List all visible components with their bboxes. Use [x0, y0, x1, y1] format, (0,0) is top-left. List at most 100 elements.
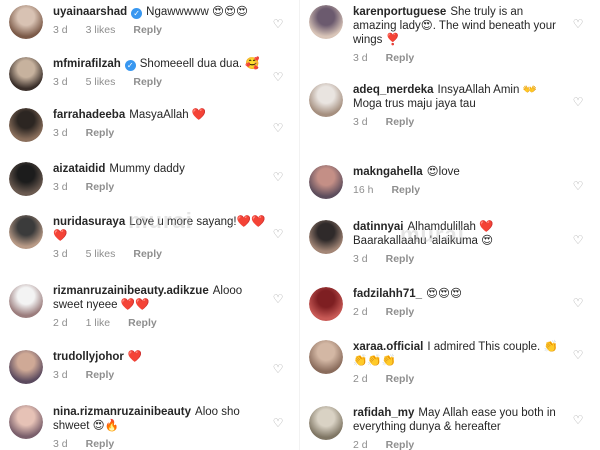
comment-meta: 3 d Reply	[53, 180, 268, 194]
comment-meta: 16 h Reply	[353, 183, 568, 197]
comment-meta: 3 d Reply	[353, 252, 568, 266]
avatar-image	[9, 108, 43, 142]
comment-username[interactable]: karenportuguese	[353, 6, 446, 18]
comment-time: 3 d	[53, 76, 68, 88]
avatar-image	[9, 284, 43, 318]
comment-username[interactable]: uyainaarshad	[53, 6, 127, 18]
comment-username[interactable]: farrahadeeba	[53, 109, 125, 121]
heart-outline-icon[interactable]: ♡	[572, 297, 584, 309]
reply-button[interactable]: Reply	[386, 116, 415, 128]
comment-time: 2 d	[353, 373, 368, 385]
avatar[interactable]	[309, 287, 343, 321]
comment-username[interactable]: makngahella	[353, 166, 423, 178]
comment-time: 3 d	[353, 52, 368, 64]
comment-text: 😍😍😍	[426, 288, 462, 300]
comment-username[interactable]: adeq_merdeka	[353, 84, 434, 96]
heart-outline-icon[interactable]: ♡	[572, 234, 584, 246]
heart-outline-icon[interactable]: ♡	[572, 349, 584, 361]
reply-button[interactable]: Reply	[86, 127, 115, 139]
reply-button[interactable]: Reply	[391, 184, 420, 196]
heart-outline-icon[interactable]: ♡	[272, 228, 284, 240]
reply-button[interactable]: Reply	[386, 373, 415, 385]
avatar[interactable]	[309, 5, 343, 39]
avatar[interactable]	[9, 284, 43, 318]
comment-time: 3 d	[353, 253, 368, 265]
comment-likes[interactable]: 1 like	[86, 317, 111, 329]
comment-meta: 3 d Reply	[53, 437, 268, 450]
heart-outline-icon[interactable]: ♡	[272, 363, 284, 375]
avatar[interactable]	[9, 108, 43, 142]
comment-likes[interactable]: 3 likes	[86, 24, 116, 36]
comment-username[interactable]: rizmanruzainibeauty.adikzue	[53, 285, 209, 297]
reply-button[interactable]: Reply	[133, 24, 162, 36]
reply-button[interactable]: Reply	[386, 306, 415, 318]
comment-time: 2 d	[353, 306, 368, 318]
avatar[interactable]	[9, 5, 43, 39]
reply-button[interactable]: Reply	[128, 317, 157, 329]
avatar[interactable]	[9, 350, 43, 384]
comment-time: 3 d	[53, 127, 68, 139]
comment-likes[interactable]: 5 likes	[86, 248, 116, 260]
avatar-image	[309, 220, 343, 254]
comment-meta: 2 d Reply	[353, 372, 568, 386]
comment-username[interactable]: nuridasuraya	[53, 216, 125, 228]
comment-likes[interactable]: 5 likes	[86, 76, 116, 88]
heart-outline-icon[interactable]: ♡	[272, 122, 284, 134]
reply-button[interactable]: Reply	[86, 369, 115, 381]
heart-outline-icon[interactable]: ♡	[272, 171, 284, 183]
comment-username[interactable]: mfmirafilzah	[53, 58, 121, 70]
comment-username[interactable]: xaraa.official	[353, 341, 423, 353]
heart-outline-icon[interactable]: ♡	[572, 18, 584, 30]
comment-username[interactable]: aizataidid	[53, 163, 105, 175]
heart-outline-icon[interactable]: ♡	[272, 71, 284, 83]
comment-meta: 3 d 5 likes Reply	[53, 247, 268, 261]
avatar-image	[309, 406, 343, 440]
avatar[interactable]	[309, 220, 343, 254]
reply-button[interactable]: Reply	[133, 76, 162, 88]
heart-outline-icon[interactable]: ♡	[272, 417, 284, 429]
comment-text: ❤️	[127, 351, 143, 363]
comment-meta: 2 d Reply	[353, 438, 568, 450]
heart-outline-icon[interactable]: ♡	[572, 96, 584, 108]
comment-time: 3 d	[53, 181, 68, 193]
heart-outline-icon[interactable]: ♡	[272, 293, 284, 305]
comment-body: farrahadeeba MasyaAllah ❤️ 3 d Reply	[53, 108, 268, 140]
heart-outline-icon[interactable]: ♡	[572, 414, 584, 426]
comment-username[interactable]: fadzilahh71_	[353, 288, 422, 300]
avatar-image	[309, 5, 343, 39]
avatar[interactable]	[309, 165, 343, 199]
reply-button[interactable]: Reply	[133, 248, 162, 260]
comment-username[interactable]: nina.rizmanruzainibeauty	[53, 406, 191, 418]
avatar[interactable]	[9, 57, 43, 91]
comment-body: makngahella 😍love 16 h Reply	[353, 165, 568, 197]
avatar-image	[9, 57, 43, 91]
comment-time: 3 d	[53, 438, 68, 450]
reply-button[interactable]: Reply	[386, 253, 415, 265]
verified-badge-icon: ✓	[124, 60, 136, 71]
comment-time: 3 d	[53, 24, 68, 36]
comment-body: trudollyjohor ❤️ 3 d Reply	[53, 350, 268, 382]
reply-button[interactable]: Reply	[86, 438, 115, 450]
comment-meta: 2 d Reply	[353, 305, 568, 319]
avatar-image	[9, 5, 43, 39]
watermark-left: murai	[128, 208, 193, 233]
avatar-image	[309, 165, 343, 199]
comment-time: 16 h	[353, 184, 374, 196]
reply-button[interactable]: Reply	[386, 439, 415, 450]
avatar[interactable]	[9, 162, 43, 196]
reply-button[interactable]: Reply	[386, 52, 415, 64]
avatar[interactable]	[309, 83, 343, 117]
avatar[interactable]	[9, 405, 43, 439]
comment-body: fadzilahh71_ 😍😍😍 2 d Reply	[353, 287, 568, 319]
heart-outline-icon[interactable]: ♡	[572, 180, 584, 192]
comment-meta: 2 d 1 like Reply	[53, 316, 268, 330]
avatar[interactable]	[9, 215, 43, 249]
comment-username[interactable]: trudollyjohor	[53, 351, 124, 363]
comment-username[interactable]: datinnyai	[353, 221, 403, 233]
comment-username[interactable]: rafidah_my	[353, 407, 414, 419]
reply-button[interactable]: Reply	[86, 181, 115, 193]
heart-outline-icon[interactable]: ♡	[272, 18, 284, 30]
avatar[interactable]	[309, 340, 343, 374]
comment-text: MasyaAllah ❤️	[129, 109, 207, 121]
avatar[interactable]	[309, 406, 343, 440]
